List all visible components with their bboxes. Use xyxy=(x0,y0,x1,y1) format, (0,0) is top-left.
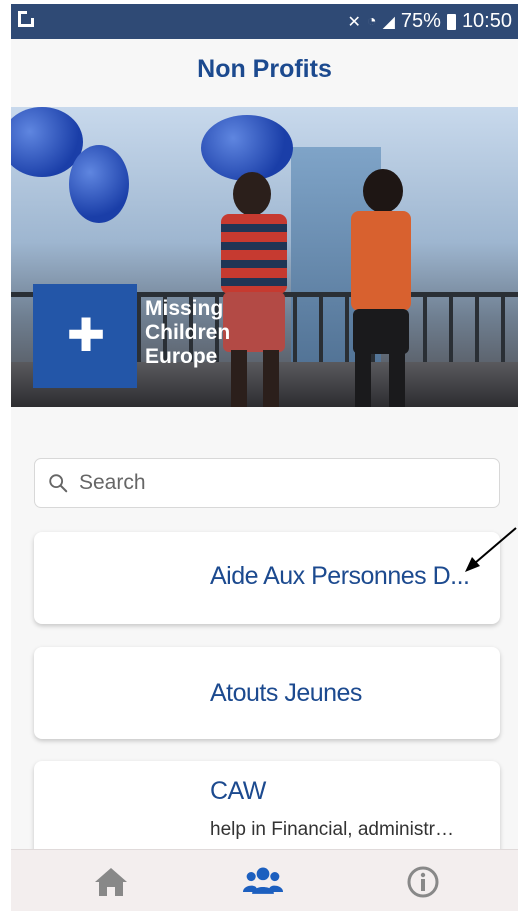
screenshot-frame: ✕ ◔ ◢ 75% 10:50 Non Profits ✚ Missing Ch… xyxy=(0,0,518,911)
annotation-arrow xyxy=(465,527,517,572)
